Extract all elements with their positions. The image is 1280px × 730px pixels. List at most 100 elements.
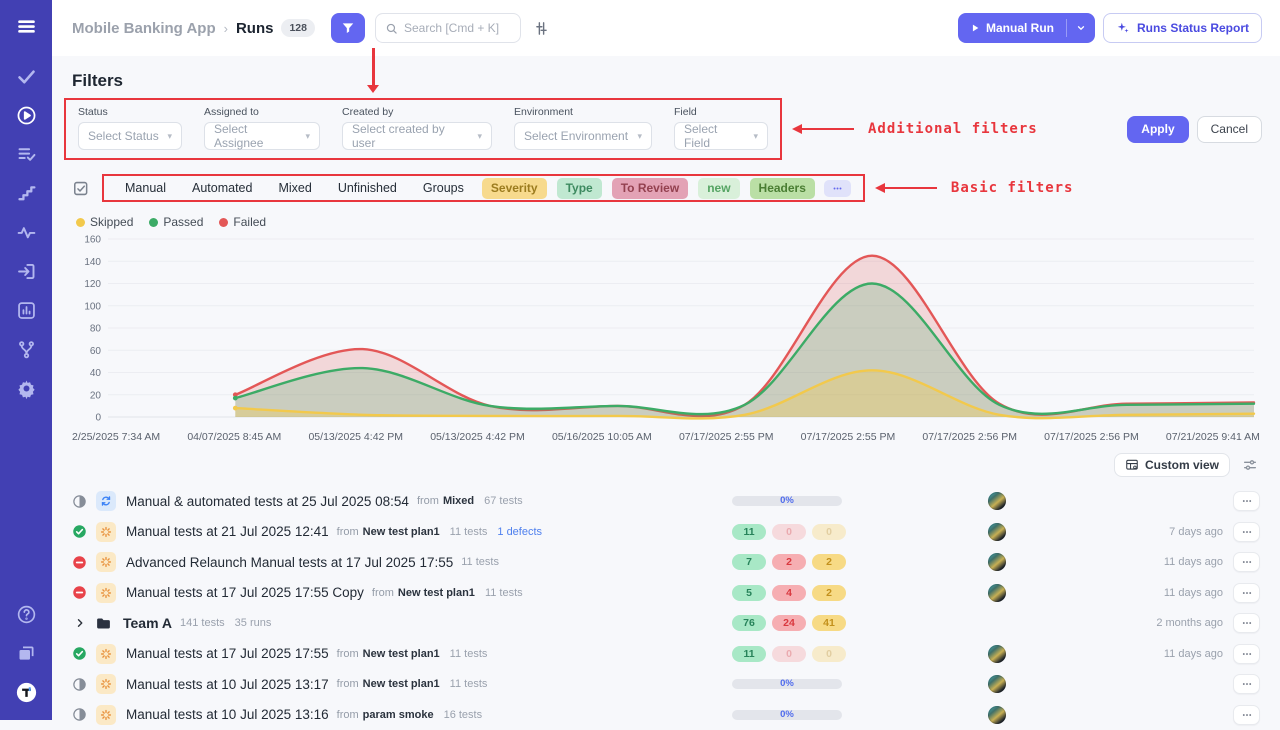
- row-menu-button[interactable]: [1233, 674, 1260, 694]
- folder-icon: [93, 613, 113, 633]
- avatar[interactable]: [988, 675, 1006, 693]
- x-axis-label: 07/17/2025 2:56 PM: [1044, 431, 1139, 443]
- filter-field-status: Status Select Status▾: [78, 106, 182, 150]
- avatar[interactable]: [988, 523, 1006, 541]
- avatar[interactable]: [988, 645, 1006, 663]
- run-title[interactable]: Manual tests at 21 Jul 2025 12:41: [126, 524, 329, 539]
- x-axis-label: 07/17/2025 2:56 PM: [922, 431, 1017, 443]
- badge-passed: 11: [732, 646, 766, 662]
- manual-run-split-button[interactable]: Manual Run: [958, 13, 1095, 43]
- sidebar-item-logo-icon[interactable]: [14, 680, 38, 704]
- filter-select[interactable]: Select Assignee▾: [204, 122, 320, 150]
- run-tests-count: 67 tests: [484, 495, 523, 507]
- run-row[interactable]: Manual & automated tests at 25 Jul 2025 …: [72, 486, 1260, 517]
- row-menu-button[interactable]: [1233, 552, 1260, 572]
- row-menu-button[interactable]: [1233, 491, 1260, 511]
- run-title[interactable]: Manual tests at 17 Jul 2025 17:55: [126, 646, 329, 661]
- row-menu-button[interactable]: [1233, 583, 1260, 603]
- manual-run-button[interactable]: Manual Run: [958, 21, 1066, 35]
- row-menu-button[interactable]: [1233, 644, 1260, 664]
- avatar[interactable]: [988, 553, 1006, 571]
- basic-filter-tag-headers[interactable]: Headers: [750, 178, 815, 199]
- run-row[interactable]: Manual tests at 10 Jul 2025 13:17fromNew…: [72, 669, 1260, 700]
- run-row[interactable]: Manual tests at 17 Jul 2025 17:55 Copyfr…: [72, 578, 1260, 609]
- row-menu-button[interactable]: [1233, 613, 1260, 633]
- basic-filter-tab-automated[interactable]: Automated: [179, 181, 265, 195]
- sidebar-item-menu-icon[interactable]: [14, 14, 38, 38]
- avatar[interactable]: [988, 492, 1006, 510]
- basic-filter-tag-to-review[interactable]: To Review: [612, 178, 688, 199]
- avatar[interactable]: [988, 584, 1006, 602]
- run-title[interactable]: Manual tests at 10 Jul 2025 13:17: [126, 677, 329, 692]
- legend-item-passed[interactable]: Passed: [149, 215, 203, 229]
- main-area: Mobile Banking App › Runs 128 Ma: [52, 0, 1280, 720]
- filter-select[interactable]: Select Field▾: [674, 122, 768, 150]
- search-box[interactable]: [375, 13, 521, 43]
- run-title[interactable]: Manual tests at 10 Jul 2025 13:16: [126, 707, 329, 722]
- custom-view-button[interactable]: Custom view: [1114, 453, 1230, 477]
- filter-select[interactable]: Select created by user▾: [342, 122, 492, 150]
- filter-select[interactable]: Select Environment▾: [514, 122, 652, 150]
- sidebar-item-help-icon[interactable]: [14, 602, 38, 626]
- group-row[interactable]: Team A141 tests35 runs76 24 412 months a…: [72, 608, 1260, 639]
- group-title[interactable]: Team A: [123, 615, 172, 631]
- basic-filter-tag-severity[interactable]: Severity: [482, 178, 547, 199]
- filter-select[interactable]: Select Status▾: [78, 122, 182, 150]
- run-title[interactable]: Manual tests at 17 Jul 2025 17:55 Copy: [126, 585, 364, 600]
- sidebar-item-tests-check-icon[interactable]: [14, 64, 38, 88]
- sidebar-item-settings-icon[interactable]: [14, 376, 38, 400]
- badge-failed: 0: [772, 524, 806, 540]
- search-input[interactable]: [404, 21, 514, 35]
- breadcrumb-separator: ›: [224, 21, 228, 36]
- breadcrumb-project[interactable]: Mobile Banking App: [72, 20, 216, 37]
- basic-filter-tag-new[interactable]: new: [698, 178, 739, 199]
- run-row[interactable]: Manual tests at 21 Jul 2025 12:41fromNew…: [72, 517, 1260, 548]
- sidebar-item-branches-icon[interactable]: [14, 337, 38, 361]
- sidebar-item-checklist-icon[interactable]: [14, 142, 38, 166]
- failed-status-icon: [72, 555, 87, 570]
- basic-filter-tab-groups[interactable]: Groups: [410, 181, 477, 195]
- run-plan: param smoke: [363, 709, 434, 721]
- run-row[interactable]: Manual tests at 10 Jul 2025 13:16frompar…: [72, 700, 1260, 730]
- sidebar-item-pulse-icon[interactable]: [14, 220, 38, 244]
- basic-filter-tag-type[interactable]: Type: [557, 178, 602, 199]
- filter-funnel-button[interactable]: [331, 13, 365, 43]
- run-stats: 0%: [732, 710, 967, 720]
- bulk-select-icon[interactable]: [72, 179, 91, 198]
- sync-icon: [96, 491, 116, 511]
- filters-title: Filters: [72, 71, 1280, 91]
- sidebar-item-runs-play-icon[interactable]: [14, 103, 38, 127]
- more-filters-button[interactable]: [824, 180, 851, 197]
- manual-run-dropdown-button[interactable]: [1067, 23, 1095, 33]
- sidebar-item-import-icon[interactable]: [14, 259, 38, 283]
- sidebar-item-steps-icon[interactable]: [14, 181, 38, 205]
- basic-filter-tab-mixed[interactable]: Mixed: [265, 181, 324, 195]
- apply-button[interactable]: Apply: [1127, 116, 1188, 143]
- legend-item-failed[interactable]: Failed: [219, 215, 266, 229]
- run-age: 7 days ago: [1169, 526, 1223, 538]
- additional-filters-annotation-box: Status Select Status▾ Assigned to Select…: [64, 98, 782, 160]
- x-axis-label: 07/17/2025 2:55 PM: [679, 431, 774, 443]
- row-menu-button[interactable]: [1233, 705, 1260, 725]
- run-title[interactable]: Advanced Relaunch Manual tests at 17 Jul…: [126, 555, 453, 570]
- run-title[interactable]: Manual & automated tests at 25 Jul 2025 …: [126, 494, 409, 509]
- run-row[interactable]: Manual tests at 17 Jul 2025 17:55fromNew…: [72, 639, 1260, 670]
- sidebar-item-analytics-icon[interactable]: [14, 298, 38, 322]
- expand-chevron-icon[interactable]: [72, 617, 87, 629]
- spark-icon: [96, 522, 116, 542]
- basic-filter-tab-manual[interactable]: Manual: [112, 181, 179, 195]
- list-settings-sliders-icon[interactable]: [1242, 457, 1258, 473]
- cancel-button[interactable]: Cancel: [1197, 116, 1262, 143]
- basic-filter-tab-unfinished[interactable]: Unfinished: [325, 181, 410, 195]
- run-row[interactable]: Advanced Relaunch Manual tests at 17 Jul…: [72, 547, 1260, 578]
- legend-item-skipped[interactable]: Skipped: [76, 215, 133, 229]
- row-menu-button[interactable]: [1233, 522, 1260, 542]
- avatar[interactable]: [988, 706, 1006, 724]
- search-settings-sliders-icon[interactable]: [533, 20, 550, 37]
- runs-status-report-button[interactable]: Runs Status Report: [1103, 13, 1262, 43]
- svg-text:140: 140: [84, 257, 101, 268]
- top-header: Mobile Banking App › Runs 128 Ma: [52, 0, 1280, 56]
- x-axis-label: 04/07/2025 8:45 AM: [187, 431, 281, 443]
- sidebar-item-projects-icon[interactable]: [14, 641, 38, 665]
- run-defects-link[interactable]: 1 defects: [497, 526, 542, 538]
